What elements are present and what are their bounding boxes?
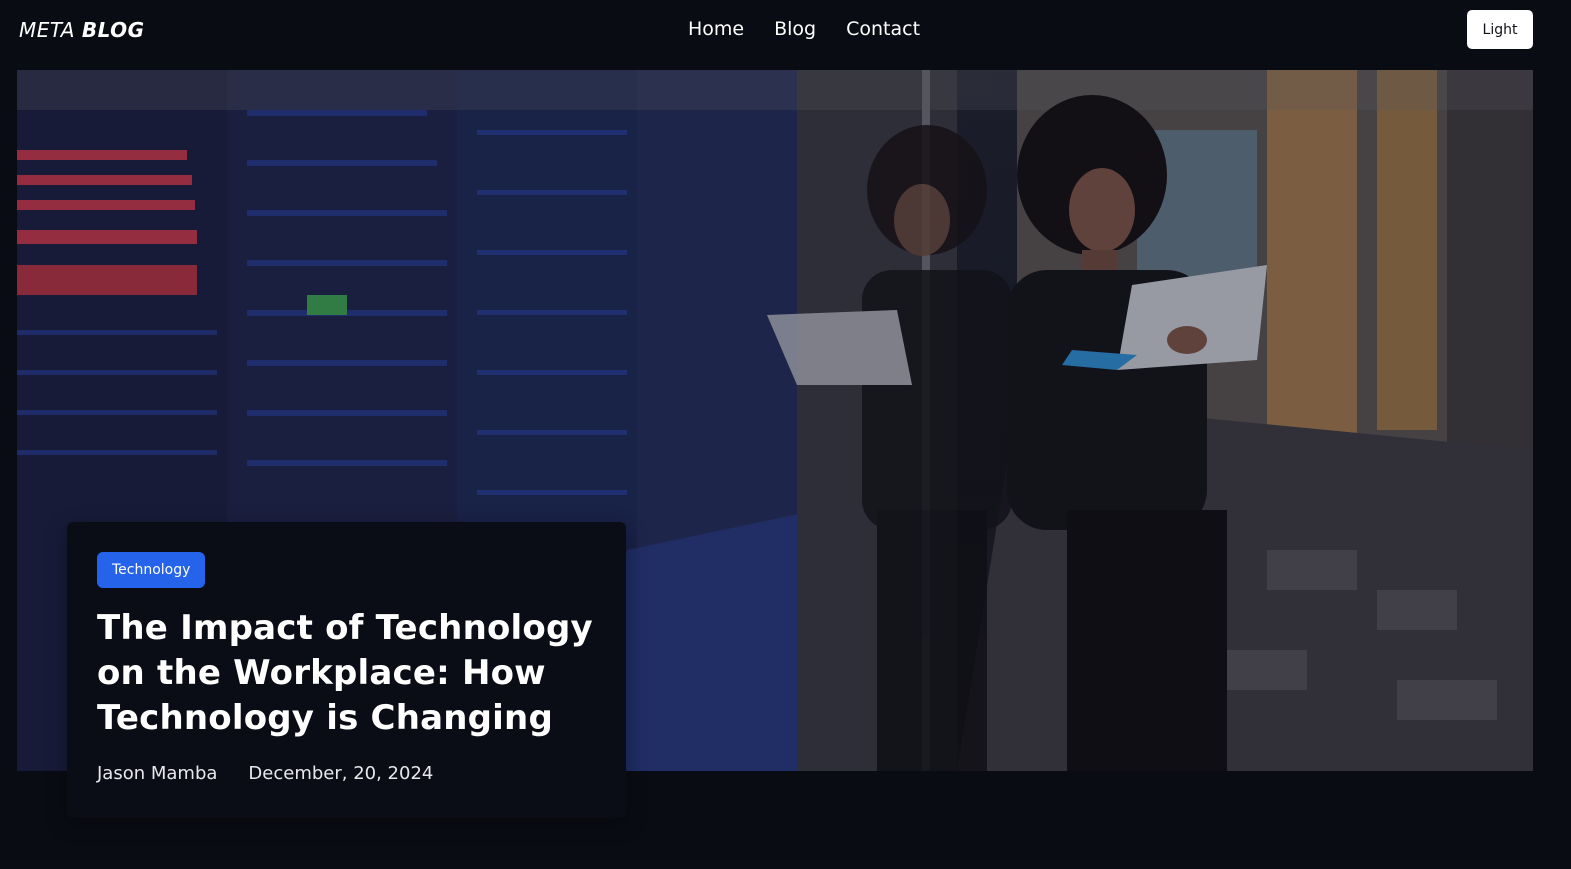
logo-text-bold: BLOG bbox=[81, 18, 145, 42]
main-nav: Home Blog Contact bbox=[688, 18, 920, 40]
featured-post-card[interactable]: Technology The Impact of Technology on t… bbox=[67, 522, 626, 818]
logo-text-light: META bbox=[19, 18, 75, 42]
post-title[interactable]: The Impact of Technology on the Workplac… bbox=[97, 606, 597, 741]
nav-blog[interactable]: Blog bbox=[774, 18, 816, 40]
theme-toggle-button[interactable]: Light bbox=[1467, 10, 1533, 49]
category-badge[interactable]: Technology bbox=[97, 552, 206, 588]
site-logo[interactable]: META BLOG bbox=[19, 18, 145, 42]
nav-home[interactable]: Home bbox=[688, 18, 744, 40]
post-author[interactable]: Jason Mamba bbox=[97, 763, 217, 784]
nav-contact[interactable]: Contact bbox=[846, 18, 920, 40]
site-header: META BLOG Home Blog Contact Light bbox=[0, 0, 1571, 62]
post-meta: Jason Mamba December, 20, 2024 bbox=[97, 763, 596, 784]
post-date: December, 20, 2024 bbox=[248, 763, 434, 784]
